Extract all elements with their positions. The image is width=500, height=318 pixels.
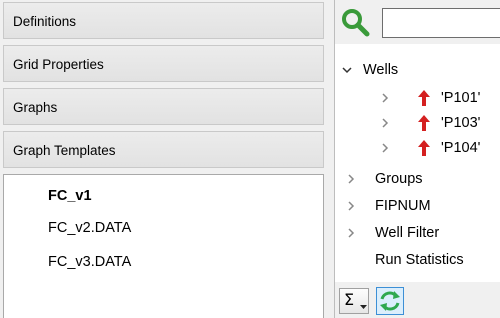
tree-item-well-p101[interactable]: 'P101' <box>335 86 500 110</box>
red-up-arrow-icon <box>418 140 430 156</box>
tree-item-well-filter[interactable]: Well Filter <box>335 221 500 245</box>
graph-templates-list: FC_v1 FC_v2.DATA FC_v3.DATA <box>3 174 324 318</box>
tree-label-wells: Wells <box>363 62 399 78</box>
refresh-icon <box>380 291 400 311</box>
chevron-right-icon[interactable] <box>345 194 357 218</box>
tree-label-p104: 'P104' <box>441 140 481 156</box>
grid-properties-header[interactable]: Grid Properties <box>3 45 324 82</box>
definitions-header[interactable]: Definitions <box>3 2 324 39</box>
refresh-button[interactable] <box>376 287 404 315</box>
red-up-arrow-icon <box>418 90 430 106</box>
graphs-header[interactable]: Graphs <box>3 88 324 125</box>
tree-label-run-statistics: Run Statistics <box>375 252 464 268</box>
red-up-arrow-icon <box>418 115 430 131</box>
sum-dropdown-button[interactable]: Σ <box>339 288 369 314</box>
tree-label-well-filter: Well Filter <box>375 225 440 241</box>
tree-label-p101: 'P101' <box>441 90 481 106</box>
tree-label-p103: 'P103' <box>441 115 481 131</box>
chevron-right-icon[interactable] <box>379 111 391 135</box>
tree-item-groups[interactable]: Groups <box>335 167 500 191</box>
dropdown-arrow-icon <box>360 305 367 309</box>
template-item-fc-v1[interactable]: FC_v1 <box>48 188 92 204</box>
chevron-down-icon[interactable] <box>341 58 353 82</box>
search-input[interactable] <box>382 8 500 38</box>
sigma-icon: Σ <box>344 290 355 309</box>
right-panel: Wells 'P101' 'P103' 'P104' Groups FIPNUM… <box>334 0 500 318</box>
tree-item-well-p104[interactable]: 'P104' <box>335 136 500 160</box>
chevron-right-icon[interactable] <box>379 86 391 110</box>
search-row <box>335 0 500 44</box>
graph-templates-header[interactable]: Graph Templates <box>3 131 324 168</box>
search-button[interactable] <box>340 7 370 37</box>
tree-label-fipnum: FIPNUM <box>375 198 431 214</box>
left-panel: Definitions Grid Properties Graphs Graph… <box>0 0 328 318</box>
template-item-fc-v2[interactable]: FC_v2.DATA <box>48 220 131 236</box>
template-item-fc-v3[interactable]: FC_v3.DATA <box>48 254 131 270</box>
chevron-right-icon[interactable] <box>345 167 357 191</box>
chevron-right-icon[interactable] <box>345 221 357 245</box>
chevron-right-icon[interactable] <box>379 136 391 160</box>
tree-label-groups: Groups <box>375 171 423 187</box>
tree-item-run-statistics[interactable]: Run Statistics <box>335 248 500 272</box>
tree-item-wells[interactable]: Wells <box>335 58 500 82</box>
bottom-toolbar: Σ <box>335 282 500 318</box>
tree-item-well-p103[interactable]: 'P103' <box>335 111 500 135</box>
tree-item-fipnum[interactable]: FIPNUM <box>335 194 500 218</box>
search-icon <box>342 9 370 37</box>
